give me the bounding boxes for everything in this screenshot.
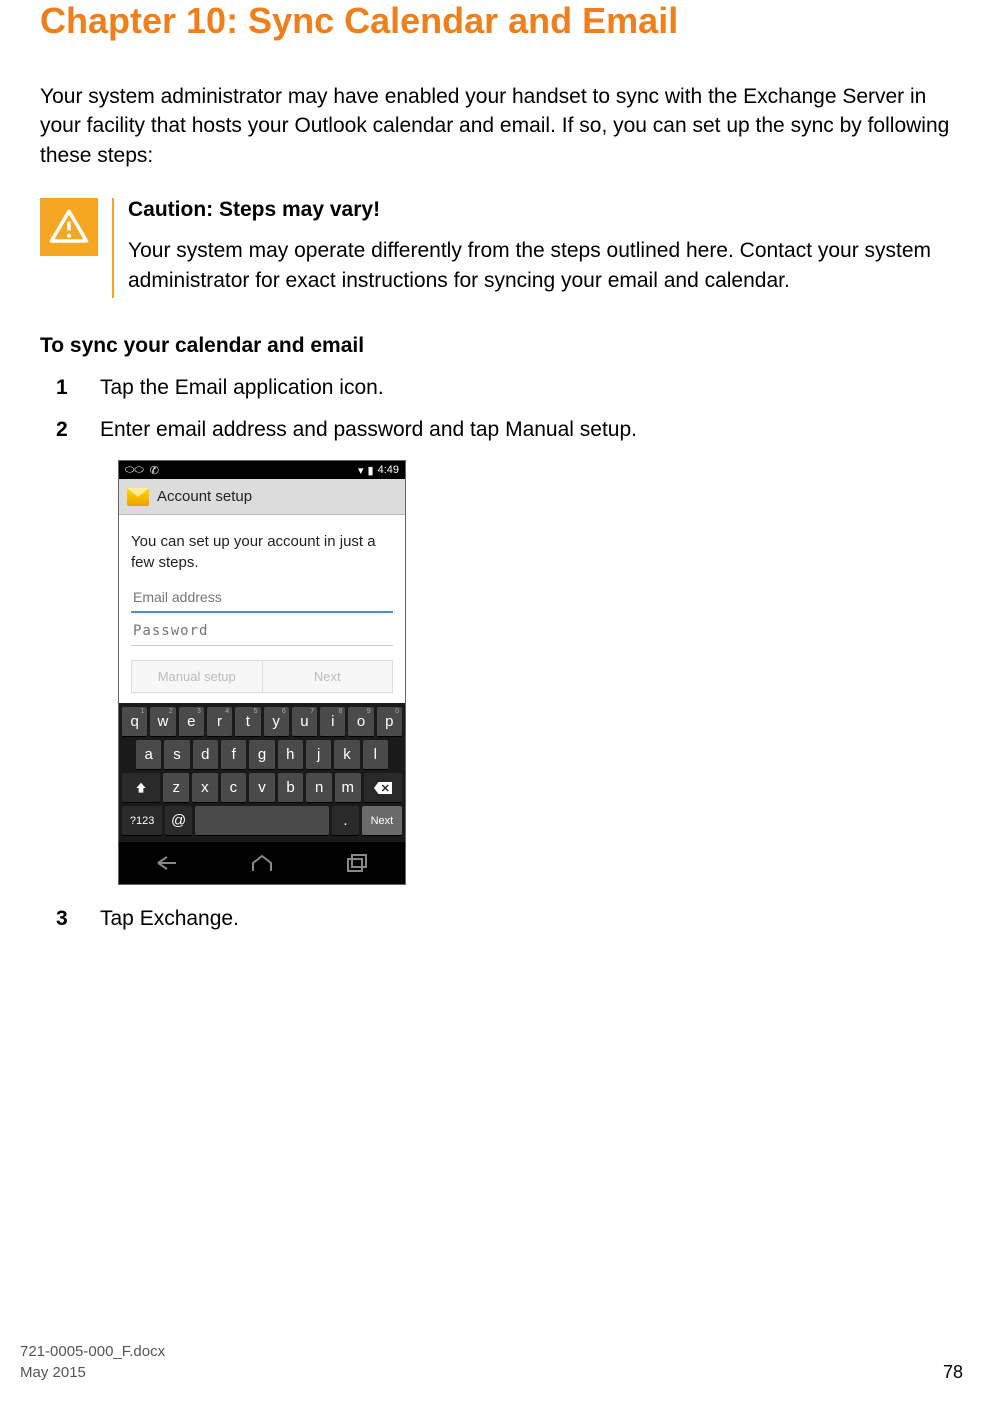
key-h[interactable]: h [278, 740, 303, 770]
key-z[interactable]: z [163, 773, 189, 803]
key-s[interactable]: s [164, 740, 189, 770]
step-number: 2 [56, 418, 100, 442]
step-text: Tap the Email application icon. [100, 376, 963, 400]
step-text: Tap Exchange. [100, 907, 963, 931]
key-i[interactable]: i8 [320, 707, 345, 737]
key-x[interactable]: x [192, 773, 218, 803]
key-r[interactable]: r4 [207, 707, 232, 737]
phone-icon: ✆ [150, 464, 159, 477]
mail-icon [127, 488, 149, 506]
step-item: 3 Tap Exchange. [40, 907, 963, 931]
space-key[interactable] [195, 806, 329, 836]
page-footer: 721-0005-000_F.docx May 2015 78 [20, 1341, 963, 1383]
caution-title: Caution: Steps may vary! [128, 198, 963, 222]
step-list-continued: 3 Tap Exchange. [40, 907, 963, 931]
key-c[interactable]: c [221, 773, 247, 803]
shift-key[interactable] [122, 773, 160, 803]
key-a[interactable]: a [136, 740, 161, 770]
manual-setup-button[interactable]: Manual setup [131, 660, 262, 693]
key-o[interactable]: o9 [348, 707, 373, 737]
key-v[interactable]: v [249, 773, 275, 803]
footer-filename: 721-0005-000_F.docx [20, 1341, 165, 1362]
key-u[interactable]: u7 [292, 707, 317, 737]
section-title: To sync your calendar and email [40, 334, 963, 358]
period-key[interactable]: . [332, 806, 359, 836]
key-n[interactable]: n [306, 773, 332, 803]
step-text: Enter email address and password and tap… [100, 418, 963, 442]
at-key[interactable]: @ [165, 806, 192, 836]
next-button[interactable]: Next [262, 660, 394, 693]
footer-date: May 2015 [20, 1362, 165, 1383]
key-j[interactable]: j [306, 740, 331, 770]
key-q[interactable]: q1 [122, 707, 147, 737]
key-w[interactable]: w2 [150, 707, 175, 737]
on-screen-keyboard: q1w2e3r4t5y6u7i8o9p0 asdfghjkl zxcvbnm ?… [119, 703, 405, 842]
page-number: 78 [943, 1362, 963, 1383]
key-t[interactable]: t5 [235, 707, 260, 737]
key-b[interactable]: b [278, 773, 304, 803]
voicemail-icon: ⬭⬭ [125, 464, 144, 477]
key-e[interactable]: e3 [179, 707, 204, 737]
step-list: 1 Tap the Email application icon. 2 Ente… [40, 376, 963, 442]
nav-bar [119, 842, 405, 884]
backspace-key[interactable] [364, 773, 402, 803]
key-m[interactable]: m [335, 773, 361, 803]
screen-header-title: Account setup [157, 488, 252, 505]
back-icon[interactable] [154, 853, 180, 873]
chapter-title: Chapter 10: Sync Calendar and Email [40, 0, 963, 42]
recent-apps-icon[interactable] [344, 853, 370, 873]
phone-screenshot: ⬭⬭ ✆ ▾ ▮ 4:49 Account setup You can set … [118, 460, 406, 885]
key-p[interactable]: p0 [377, 707, 402, 737]
email-field[interactable] [131, 583, 393, 613]
key-l[interactable]: l [363, 740, 388, 770]
symbols-key[interactable]: ?123 [122, 806, 162, 836]
home-icon[interactable] [249, 853, 275, 873]
step-item: 2 Enter email address and password and t… [40, 418, 963, 442]
caution-divider [112, 198, 114, 298]
warning-icon [40, 198, 98, 256]
intro-paragraph: Your system administrator may have enabl… [40, 82, 963, 170]
step-number: 1 [56, 376, 100, 400]
key-y[interactable]: y6 [264, 707, 289, 737]
screen-header: Account setup [119, 479, 405, 515]
key-f[interactable]: f [221, 740, 246, 770]
key-g[interactable]: g [249, 740, 274, 770]
caution-block: Caution: Steps may vary! Your system may… [40, 198, 963, 298]
battery-icon: ▮ [368, 464, 374, 477]
key-k[interactable]: k [334, 740, 359, 770]
key-d[interactable]: d [193, 740, 218, 770]
keyboard-next-key[interactable]: Next [362, 806, 402, 836]
wifi-icon: ▾ [358, 464, 364, 477]
step-item: 1 Tap the Email application icon. [40, 376, 963, 400]
status-time: 4:49 [378, 464, 399, 476]
status-bar: ⬭⬭ ✆ ▾ ▮ 4:49 [119, 461, 405, 479]
caution-body: Your system may operate differently from… [128, 236, 963, 295]
step-number: 3 [56, 907, 100, 931]
password-field[interactable] [131, 617, 393, 646]
screen-body-text: You can set up your account in just a fe… [131, 531, 393, 573]
